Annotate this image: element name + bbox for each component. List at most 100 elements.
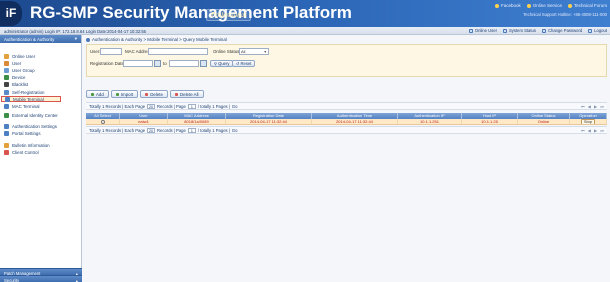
records-per-page-input[interactable]: 20 xyxy=(147,103,156,109)
registration-date-label: Registration Date: xyxy=(90,61,126,66)
sidebar-item-label: Device xyxy=(12,74,26,80)
query-button[interactable]: ⚲ Query xyxy=(210,60,234,67)
delete-icon xyxy=(145,92,149,96)
records-per-page-input[interactable]: 20 xyxy=(147,127,156,133)
change-password-button[interactable]: Change Password xyxy=(541,28,582,33)
import-icon xyxy=(115,92,119,96)
sidebar-item-user-group[interactable]: User Group xyxy=(4,67,35,73)
user-group-icon xyxy=(4,67,9,73)
prev-page-icon[interactable]: ◀ xyxy=(588,104,591,109)
chat-icon xyxy=(526,3,531,8)
page-number-input[interactable]: 1 xyxy=(187,103,196,109)
device-icon xyxy=(4,74,9,80)
sidebar-item-label: Client Control xyxy=(12,149,39,155)
go-link[interactable]: Go xyxy=(232,128,238,133)
support-hotline: Technical Support Hotline: +86-4008-111-… xyxy=(523,12,607,17)
import-button[interactable]: Import xyxy=(110,90,139,98)
sidebar-item-mac-terminal[interactable]: MAC Terminal xyxy=(4,103,40,109)
registration-date-to-input[interactable] xyxy=(169,60,199,67)
add-button[interactable]: Add xyxy=(86,90,109,98)
sidebar-section-title: Authentication & Authority xyxy=(4,36,55,42)
next-page-icon[interactable]: ▶ xyxy=(594,104,597,109)
operation-cell: Stop xyxy=(570,119,607,124)
pager-nav: ⏮ ◀ ▶ ⏭ xyxy=(581,128,604,133)
registration-date-from-input[interactable] xyxy=(123,60,153,67)
sidebar-item-label: Portal Settings xyxy=(12,130,41,136)
sidebar: Authentication & Authority ▾ Online User… xyxy=(0,35,82,282)
sidebar-item-label: Online User xyxy=(12,53,36,59)
chevron-down-icon: ▼ xyxy=(263,49,267,54)
forum-icon xyxy=(567,3,572,8)
user-input[interactable] xyxy=(100,48,122,55)
reset-button[interactable]: ↺ Reset xyxy=(232,60,256,67)
delete-button[interactable]: Delete xyxy=(140,90,168,98)
pager-top: Totally 1 Records | Each Page 20 Records… xyxy=(86,102,607,110)
table-cell: 2014-04-17 11:32:44 xyxy=(226,119,312,124)
status-bar: administrator (admin) Login IP: 172.18.8… xyxy=(0,27,610,35)
sidebar-item-label: Blacklist xyxy=(12,81,29,87)
app-header: iF RG-SMP Security Management Platform P… xyxy=(0,0,610,27)
online-status-select[interactable]: All ▼ xyxy=(239,48,269,55)
search-icon: ⚲ xyxy=(214,61,218,66)
sidebar-item-online-user[interactable]: Online User xyxy=(4,53,35,59)
header-link-online-service[interactable]: Online Service xyxy=(526,3,562,8)
online-user-button[interactable]: Online User xyxy=(468,28,497,33)
sidebar-item-label: Authentication Settings xyxy=(12,123,57,129)
self-registration-icon xyxy=(4,89,9,95)
table-cell: 10.1.1.251 xyxy=(398,119,462,124)
last-page-icon[interactable]: ⏭ xyxy=(600,128,604,133)
first-page-icon[interactable]: ⏮ xyxy=(581,128,585,133)
sidebar-item-authentication-settings[interactable]: Authentication Settings xyxy=(4,123,57,129)
system-status-button[interactable]: System Status xyxy=(502,28,536,33)
online-status-value: All xyxy=(241,49,246,54)
row-checkbox[interactable] xyxy=(100,120,105,124)
action-toolbar: Add Import Delete Delete All xyxy=(86,90,204,98)
pager-nav: ⏮ ◀ ▶ ⏭ xyxy=(581,104,604,109)
mac-address-input[interactable] xyxy=(148,48,208,55)
sidebar-item-mobile-terminal[interactable]: Mobile Terminal xyxy=(1,96,61,102)
mac-terminal-icon xyxy=(4,103,9,109)
prev-page-icon[interactable]: ◀ xyxy=(588,128,591,133)
sidebar-section-header[interactable]: Authentication & Authority ▾ xyxy=(0,35,81,43)
header-link-technical-forum[interactable]: Technical Forum xyxy=(567,3,607,8)
user-icon xyxy=(4,60,9,66)
sidebar-item-label: MAC Terminal xyxy=(12,103,40,109)
mobile-terminal-table: All Select User MAC Address Registration Da… xyxy=(86,113,607,125)
first-page-icon[interactable]: ⏮ xyxy=(581,104,585,109)
sidebar-section-security[interactable]: Security ▴ xyxy=(0,275,82,282)
calendar-icon[interactable] xyxy=(200,60,207,67)
delete-all-button[interactable]: Delete All xyxy=(169,90,204,98)
table-cell: natw1 xyxy=(120,119,168,124)
page-number-input[interactable]: 1 xyxy=(187,127,196,133)
table-cell: Online xyxy=(518,119,570,124)
sidebar-item-self-registration[interactable]: Self-Registration xyxy=(4,89,44,95)
table-cell: 10.1.1.25 xyxy=(462,119,518,124)
sidebar-item-user[interactable]: User xyxy=(4,60,21,66)
sidebar-item-external-identity-center[interactable]: External Identity Center xyxy=(4,112,58,118)
chevron-down-icon: ▾ xyxy=(74,36,77,41)
system-status-icon xyxy=(502,28,507,33)
calendar-icon[interactable] xyxy=(154,60,161,67)
sidebar-item-blacklist[interactable]: Blacklist xyxy=(4,81,28,87)
mobile-terminal-icon xyxy=(5,96,10,102)
table-row[interactable]: natw1 8018/1a/0089 2014-04-17 11:32:44 2014… xyxy=(86,119,607,125)
sidebar-item-label: Mobile Terminal xyxy=(13,96,44,102)
lock-icon xyxy=(541,28,546,33)
online-user-icon xyxy=(4,53,9,59)
logout-button[interactable]: Logout xyxy=(588,28,607,33)
last-page-icon[interactable]: ⏭ xyxy=(600,104,604,109)
sidebar-item-client-control[interactable]: Client Control xyxy=(4,149,39,155)
sidebar-section-patch-management[interactable]: Patch Management ▴ xyxy=(0,268,82,276)
go-link[interactable]: Go xyxy=(232,104,238,109)
login-info: administrator (admin) Login IP: 172.18.8… xyxy=(4,28,147,34)
sidebar-item-bulletin-information[interactable]: Bulletin Information xyxy=(4,142,50,148)
header-link-facebook[interactable]: Facebook xyxy=(494,3,521,8)
sidebar-item-device[interactable]: Device xyxy=(4,74,25,80)
query-panel: User: MAC Address: Online Status: All ▼ … xyxy=(86,44,607,77)
blacklist-icon xyxy=(4,81,9,87)
next-page-icon[interactable]: ▶ xyxy=(594,128,597,133)
sidebar-item-portal-settings[interactable]: Portal Settings xyxy=(4,130,41,136)
edition-badge: Professional xyxy=(206,9,252,21)
app-window: iF RG-SMP Security Management Platform P… xyxy=(0,0,610,282)
stop-button[interactable]: Stop xyxy=(580,119,596,124)
